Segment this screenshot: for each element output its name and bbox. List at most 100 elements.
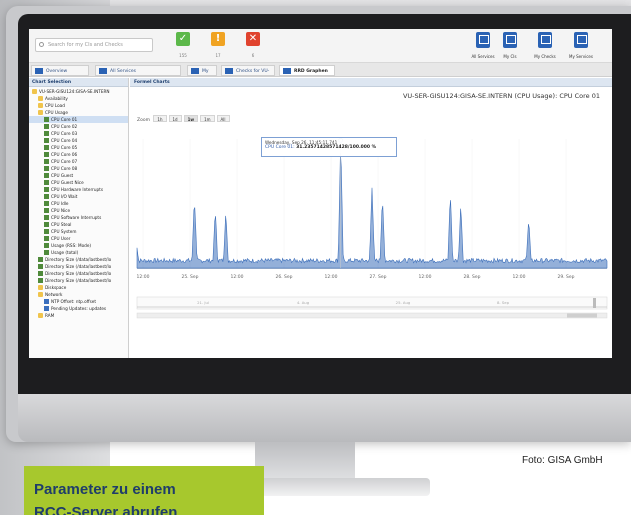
navigator-label: 8. Sep — [497, 300, 510, 305]
tree-item-label: Availability — [45, 96, 68, 101]
tree-item-label: Directory Size (/data/lastbest/lo — [45, 264, 112, 269]
tab-label: Overview — [46, 69, 68, 74]
tool-label: My CIs — [503, 54, 517, 59]
tree-item-label: CPU Guest — [51, 173, 74, 178]
chart-icon — [44, 201, 49, 206]
tree-item[interactable]: Directory Size (/data/lastbest/lo — [29, 263, 128, 270]
tab-overview[interactable]: Overview — [31, 65, 89, 76]
navigator-label: 21. Jul — [197, 300, 209, 305]
tree-item[interactable]: CPU System — [29, 228, 128, 235]
zoom-controls: Zoom 1h 1d 1w 1m All — [137, 115, 230, 123]
zoom-1m-button[interactable]: 1m — [200, 115, 215, 122]
tree-item[interactable]: CPU Core 03 — [29, 130, 128, 137]
tree-item-label: Network — [45, 292, 63, 297]
tab-icon — [283, 68, 291, 74]
tree-item[interactable]: Usage (RSS: Mode) — [29, 242, 128, 249]
tree-item[interactable]: CPU Guest Nice — [29, 179, 128, 186]
tree-item-label: CPU Core 05 — [51, 145, 78, 150]
tree-item-label: NTP Offset: ntp.offset — [51, 299, 97, 304]
main-panel-title: Formel Charts — [130, 78, 612, 87]
tree-item[interactable]: CPU Core 07 — [29, 158, 128, 165]
tree-item-label: RAM — [45, 313, 55, 318]
tree-item-label: CPU Guest Nice — [51, 180, 84, 185]
tree-item[interactable]: Usage (total) — [29, 249, 128, 256]
tab-rrd-graphen[interactable]: RRD Graphen — [279, 65, 335, 76]
tab-checks-for-vu-ser[interactable]: Checks for VU-SER — [221, 65, 275, 85]
chart-icon — [44, 222, 49, 227]
app-screen: Search for my CIs and Checks ✓ 155! 17 ✕ 6 A… — [29, 29, 612, 358]
x-tick-label: 27. Sep — [369, 274, 386, 280]
tree-item[interactable]: Availability — [29, 95, 128, 102]
tab-bar: Overview All Services My CIsChecks for VU-… — [29, 63, 612, 85]
monitor-icon[interactable] — [503, 32, 517, 48]
tree-item[interactable]: CPU Guest — [29, 172, 128, 179]
chart-icon — [44, 117, 49, 122]
tab-label: RRD Graphen — [294, 69, 328, 74]
tree-item[interactable]: CPU Idle — [29, 200, 128, 207]
status-warning-button[interactable]: ! — [211, 32, 225, 46]
tree-item[interactable]: CPU Load — [29, 102, 128, 109]
chart-icon — [44, 208, 49, 213]
navigator-handle[interactable] — [593, 298, 596, 308]
tree-item[interactable]: CPU Core 08 — [29, 165, 128, 172]
tooltip-value: 31.23571428571428/100.000 % — [296, 145, 377, 150]
monitor-chin — [18, 394, 631, 442]
chart-icon — [38, 257, 43, 262]
tree-item[interactable]: CPU Usage — [29, 109, 128, 116]
tree-item[interactable]: Directory Size (/data/lastbest/lo — [29, 277, 128, 284]
tree-item[interactable]: RAM — [29, 312, 128, 319]
tree-item[interactable]: CPU Software Interrupts — [29, 214, 128, 221]
tree-item[interactable]: CPU Hardware Interrupts — [29, 186, 128, 193]
callout-line-1: Parameter zu einem — [34, 481, 176, 498]
zoom-1w-button[interactable]: 1w — [183, 115, 199, 122]
tree-item-label: CPU Core 06 — [51, 152, 78, 157]
tree-item[interactable]: Directory Size (/data/lastbest/lo — [29, 256, 128, 263]
callout-line-2: RCC-Server abrufen — [34, 504, 178, 515]
tree-item[interactable]: CPU I/O Wait — [29, 193, 128, 200]
x-tick-label: 26. Sep — [275, 274, 292, 280]
tree-item[interactable]: CPU Nice — [29, 207, 128, 214]
tree-item-label: CPU User — [51, 236, 71, 241]
tree-item[interactable]: CPU Core 01 — [29, 116, 128, 123]
tree-item[interactable]: CPU Steal — [29, 221, 128, 228]
chart-icon — [44, 138, 49, 143]
scrollbar-thumb[interactable] — [567, 313, 597, 318]
status-count: 17 — [215, 53, 221, 58]
search-icon — [39, 42, 44, 47]
status-ok-button[interactable]: ✓ — [176, 32, 190, 46]
zoom-1h-button[interactable]: 1h — [153, 115, 167, 122]
tooltip-value-line: CPU Core 01: 31.23571428571428/100.000 % — [265, 145, 393, 150]
tab-icon — [191, 68, 199, 74]
chart-scrollbar[interactable] — [136, 312, 608, 319]
tree-item-label: VU-SER-GISU124:GISA-SE.INTERN — [39, 89, 110, 94]
services-icon[interactable] — [476, 32, 490, 48]
chart-icon — [44, 145, 49, 150]
tree-item[interactable]: CPU User — [29, 235, 128, 242]
series-area — [136, 153, 608, 269]
tree-item[interactable]: NTP Offset: ntp.offset — [29, 298, 128, 305]
tree-item[interactable]: Pending Updates: updates — [29, 305, 128, 312]
tree-item[interactable]: CPU Core 02 — [29, 123, 128, 130]
tree-item[interactable]: VU-SER-GISU124:GISA-SE.INTERN — [29, 88, 128, 95]
status-critical-button[interactable]: ✕ — [246, 32, 260, 46]
tree-item[interactable]: CPU Core 04 — [29, 137, 128, 144]
zoom-1d-button[interactable]: 1d — [168, 115, 182, 122]
folder-icon — [38, 285, 43, 290]
tree-item[interactable]: CPU Core 06 — [29, 151, 128, 158]
zoom-label: Zoom — [137, 118, 150, 123]
chart-title: VU-SER-GISU124:GISA-SE.INTERN (CPU Usage… — [402, 92, 600, 100]
tree-item[interactable]: Network — [29, 291, 128, 298]
x-tick-label: 12:00 — [137, 274, 150, 280]
services-list-icon[interactable] — [574, 32, 588, 48]
status-count: 155 — [179, 53, 187, 58]
tree-item-label: CPU Core 01 — [51, 117, 78, 122]
tree-item[interactable]: Directory Size (/data/lastbest/lo — [29, 270, 128, 277]
tree-item[interactable]: Diskspace — [29, 284, 128, 291]
tab-all-services[interactable]: All Services — [95, 65, 181, 76]
tree-item[interactable]: CPU Core 05 — [29, 144, 128, 151]
folder-icon — [38, 110, 43, 115]
chart-icon[interactable] — [538, 32, 552, 48]
zoom-all-button[interactable]: All — [216, 115, 230, 122]
tab-my-cis[interactable]: My CIs — [187, 65, 217, 85]
search-input[interactable]: Search for my CIs and Checks — [35, 38, 153, 52]
